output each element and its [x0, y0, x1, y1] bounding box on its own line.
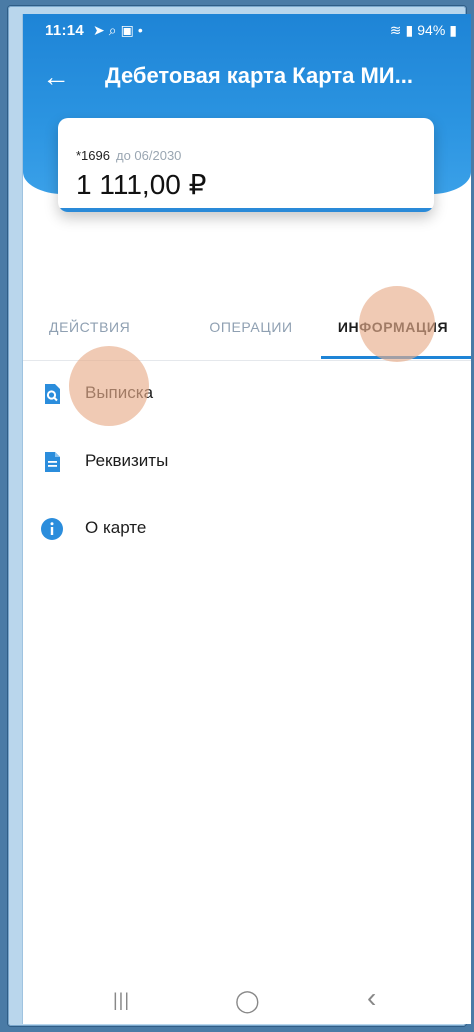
menu-item-label: Реквизиты — [85, 451, 169, 470]
status-time: 11:14 — [45, 22, 85, 39]
battery-percent: 94% — [417, 22, 446, 38]
document-icon — [45, 452, 60, 472]
tab-bar: ДЕЙСТВИЯ ОПЕРАЦИИ ИНФОРМАЦИЯ — [23, 314, 471, 361]
nav-back-button[interactable]: ‹ — [367, 982, 376, 1014]
menu-item-label: Выписка — [85, 383, 154, 402]
top-app-bar: ← Дебетовая карта Карта МИ... — [23, 58, 471, 98]
tab-actions[interactable]: ДЕЙСТВИЯ — [49, 314, 169, 358]
card-summary[interactable]: *1696 до 06/2030 1 111,00 ₽ — [58, 118, 434, 212]
info-icon — [41, 518, 63, 540]
tab-information[interactable]: ИНФОРМАЦИЯ — [323, 314, 463, 358]
status-right: ≋ ▮ 94% ▮ — [386, 22, 457, 39]
card-number: *1696 — [76, 148, 110, 163]
card-number-line: *1696 до 06/2030 — [76, 148, 181, 163]
telegram-icon: ➤ — [93, 22, 109, 38]
status-bar: 11:14 ➤⌕▣• ≋ ▮ 94% ▮ — [23, 14, 471, 46]
signal-icon: ▮ — [405, 22, 414, 38]
dot-icon: • — [137, 22, 147, 38]
menu-item-about-card[interactable]: О карте — [23, 505, 471, 553]
active-tab-indicator — [321, 356, 471, 359]
tab-operations[interactable]: ОПЕРАЦИИ — [201, 314, 301, 358]
statement-search-icon — [45, 384, 60, 404]
menu-item-requisites[interactable]: Реквизиты — [23, 438, 471, 486]
menu-item-label: О карте — [85, 518, 147, 537]
recent-apps-button[interactable]: ||| — [113, 990, 130, 1011]
phone-screen: 11:14 ➤⌕▣• ≋ ▮ 94% ▮ ← Дебетовая карта Карт… — [22, 14, 471, 1024]
menu-item-statement[interactable]: Выписка — [23, 370, 471, 418]
battery-icon: ▮ — [449, 22, 457, 38]
search-icon: ⌕ — [108, 22, 121, 38]
page-title: Дебетовая карта Карта МИ... — [105, 63, 413, 88]
gallery-icon: ▣ — [120, 22, 138, 38]
home-button[interactable]: ◯ — [235, 988, 260, 1014]
back-arrow-icon[interactable]: ← — [39, 60, 73, 94]
notification-icons: ➤⌕▣• — [93, 22, 147, 39]
card-balance: 1 111,00 ₽ — [76, 169, 207, 200]
card-accent-stripe — [58, 208, 434, 212]
card-expiry: до 06/2030 — [115, 148, 182, 163]
wifi-icon: ≋ — [389, 22, 402, 38]
system-nav-bar: ||| ◯ ‹ — [23, 978, 471, 1024]
